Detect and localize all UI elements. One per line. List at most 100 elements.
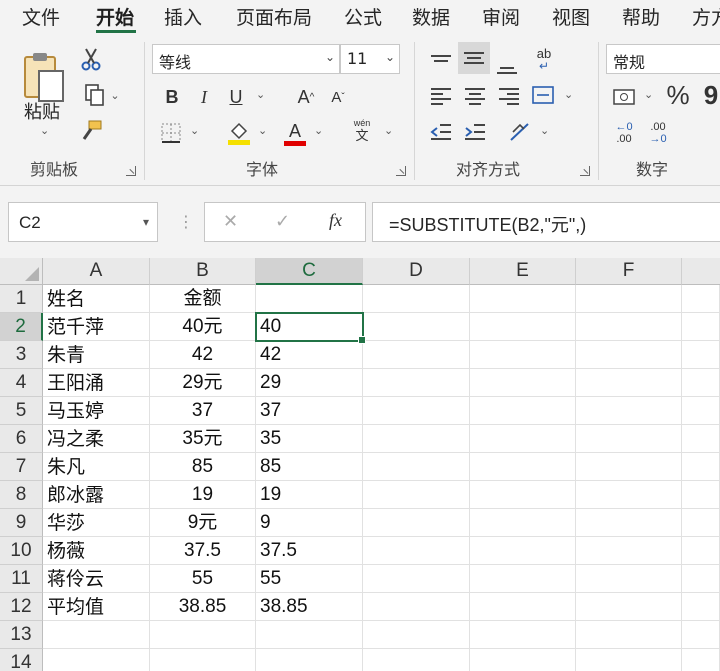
cell-b13[interactable] [150, 621, 256, 649]
cell-f1[interactable] [576, 285, 682, 313]
accounting-dropdown-icon[interactable]: ⌄ [644, 88, 653, 101]
italic-button[interactable]: I [192, 84, 216, 110]
underline-button[interactable]: U [224, 84, 248, 110]
column-header-e[interactable]: E [470, 258, 576, 285]
tab-fangfang[interactable]: 方方 [692, 3, 720, 30]
cell-g11[interactable] [682, 565, 720, 593]
align-right-icon[interactable] [496, 84, 522, 108]
cell-f5[interactable] [576, 397, 682, 425]
cell-c8[interactable]: 19 [256, 481, 363, 509]
cell-e11[interactable] [470, 565, 576, 593]
cell-g9[interactable] [682, 509, 720, 537]
cell-e4[interactable] [470, 369, 576, 397]
row-header-5[interactable]: 5 [0, 397, 43, 425]
tab-file[interactable]: 文件 [22, 3, 60, 30]
cell-d11[interactable] [363, 565, 470, 593]
tab-home[interactable]: 开始 [96, 3, 134, 30]
chevron-down-icon[interactable]: ▾ [143, 215, 149, 229]
cell-f10[interactable] [576, 537, 682, 565]
align-bottom-icon[interactable] [494, 46, 520, 74]
cell-f4[interactable] [576, 369, 682, 397]
cell-d4[interactable] [363, 369, 470, 397]
number-format-combo[interactable]: 常规 [606, 44, 720, 74]
cell-c12[interactable]: 38.85 [256, 593, 363, 621]
tab-formulas[interactable]: 公式 [344, 3, 382, 30]
merge-center-icon[interactable] [530, 82, 556, 108]
cell-d1[interactable] [363, 285, 470, 313]
font-name-combo[interactable]: 等线 ⌄ [152, 44, 340, 74]
cell-f8[interactable] [576, 481, 682, 509]
select-all-button[interactable] [0, 258, 43, 285]
cell-c10[interactable]: 37.5 [256, 537, 363, 565]
row-header-3[interactable]: 3 [0, 341, 43, 369]
cell-b1[interactable]: 金额 [150, 285, 256, 313]
decrease-indent-icon[interactable] [428, 120, 454, 144]
cell-e2[interactable] [470, 313, 576, 341]
cell-d10[interactable] [363, 537, 470, 565]
cell-e7[interactable] [470, 453, 576, 481]
cell-g2[interactable] [682, 313, 720, 341]
cell-e8[interactable] [470, 481, 576, 509]
cell-e13[interactable] [470, 621, 576, 649]
cell-d13[interactable] [363, 621, 470, 649]
cell-b8[interactable]: 19 [150, 481, 256, 509]
font-launcher-icon[interactable] [396, 166, 406, 176]
cell-f2[interactable] [576, 313, 682, 341]
cell-c5[interactable]: 37 [256, 397, 363, 425]
chevron-down-icon[interactable]: ⌄ [325, 50, 335, 64]
cell-f3[interactable] [576, 341, 682, 369]
cell-g1[interactable] [682, 285, 720, 313]
cell-a11[interactable]: 蒋伶云 [43, 565, 150, 593]
row-header-1[interactable]: 1 [0, 285, 43, 313]
tab-insert[interactable]: 插入 [164, 3, 202, 30]
cell-c13[interactable] [256, 621, 363, 649]
cut-icon[interactable] [78, 46, 104, 72]
phonetic-dropdown-icon[interactable]: ⌄ [384, 124, 393, 137]
cell-d5[interactable] [363, 397, 470, 425]
alignment-launcher-icon[interactable] [580, 166, 590, 176]
row-header-6[interactable]: 6 [0, 425, 43, 453]
cell-d8[interactable] [363, 481, 470, 509]
cell-g8[interactable] [682, 481, 720, 509]
cell-b9[interactable]: 9元 [150, 509, 256, 537]
shrink-font-button[interactable]: Aˇ [326, 84, 350, 110]
row-header-2[interactable]: 2 [0, 313, 43, 341]
grow-font-button[interactable]: A ^ [294, 84, 318, 110]
percent-style-button[interactable]: % [664, 80, 692, 110]
cell-b3[interactable]: 42 [150, 341, 256, 369]
orientation-dropdown-icon[interactable]: ⌄ [540, 124, 549, 137]
cell-c7[interactable]: 85 [256, 453, 363, 481]
cell-e1[interactable] [470, 285, 576, 313]
increase-decimal-button[interactable]: ←0.00 [610, 118, 638, 148]
phonetic-guide-button[interactable]: wén 文 [348, 116, 376, 146]
cell-c9[interactable]: 9 [256, 509, 363, 537]
tab-review[interactable]: 审阅 [482, 3, 520, 30]
row-header-8[interactable]: 8 [0, 481, 43, 509]
fill-color-dropdown-icon[interactable]: ⌄ [258, 124, 267, 137]
row-header-9[interactable]: 9 [0, 509, 43, 537]
row-header-11[interactable]: 11 [0, 565, 43, 593]
merge-dropdown-icon[interactable]: ⌄ [564, 88, 573, 101]
cell-g14[interactable] [682, 649, 720, 671]
accounting-format-icon[interactable] [610, 84, 638, 110]
name-box[interactable]: C2 ▾ [8, 202, 158, 242]
cell-a10[interactable]: 杨薇 [43, 537, 150, 565]
cell-f6[interactable] [576, 425, 682, 453]
row-header-7[interactable]: 7 [0, 453, 43, 481]
borders-icon[interactable] [158, 120, 184, 146]
align-left-icon[interactable] [428, 84, 454, 108]
cell-f14[interactable] [576, 649, 682, 671]
cell-g3[interactable] [682, 341, 720, 369]
clipboard-launcher-icon[interactable] [126, 166, 136, 176]
bold-button[interactable]: B [160, 84, 184, 110]
cell-a8[interactable]: 郎冰露 [43, 481, 150, 509]
cell-c6[interactable]: 35 [256, 425, 363, 453]
drag-handle-icon[interactable]: ⋮ [178, 212, 194, 231]
cell-e10[interactable] [470, 537, 576, 565]
chevron-down-icon[interactable]: ⌄ [385, 50, 395, 64]
column-header-b[interactable]: B [150, 258, 256, 285]
row-header-4[interactable]: 4 [0, 369, 43, 397]
cell-a1[interactable]: 姓名 [43, 285, 150, 313]
cell-b2[interactable]: 40元 [150, 313, 256, 341]
cell-c11[interactable]: 55 [256, 565, 363, 593]
